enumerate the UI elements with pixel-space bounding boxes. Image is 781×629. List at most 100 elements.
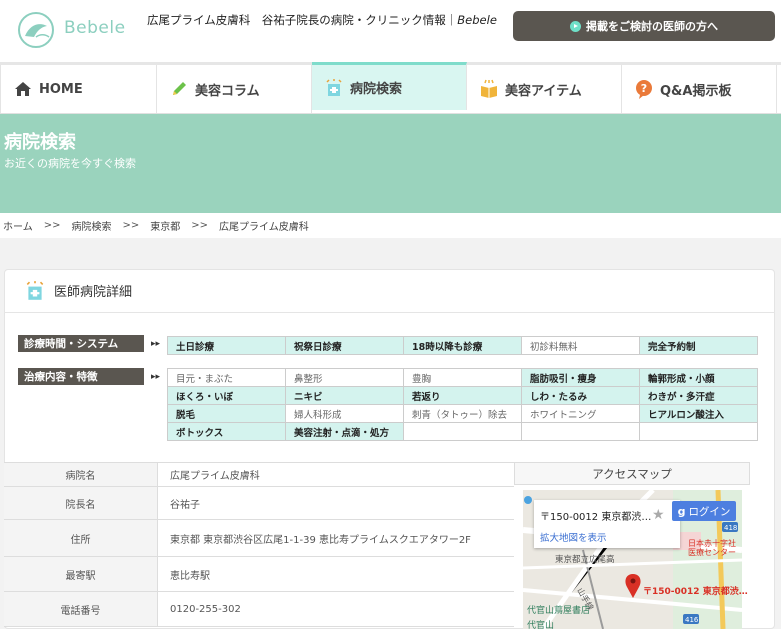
double-arrow-icon: ▸▸ (151, 339, 161, 349)
map-label: 代官山蔦屋書店 (527, 604, 590, 616)
breadcrumb-separator: >> (43, 220, 61, 231)
site-title-brand: Bebele (457, 13, 497, 27)
treatment-tag: 婦人科形成 (286, 405, 404, 423)
nav-item-hospital-search[interactable]: 病院検索 (312, 62, 467, 110)
doctor-listing-button[interactable]: 掲載をご検討の医師の方へ (513, 11, 775, 41)
info-value: 広尾プライム皮膚科 (170, 471, 260, 482)
svg-text:?: ? (641, 82, 647, 95)
breadcrumb-separator: >> (191, 220, 208, 231)
nav-label-beauty-items: 美容アイテム (505, 83, 582, 99)
info-value: 0120-255-302 (170, 603, 241, 615)
play-circle-icon (570, 20, 581, 32)
page-subtitle: お近くの病院を今すぐ検索 (4, 157, 136, 170)
breadcrumb-current: 広尾プライム皮膚科 (219, 222, 309, 233)
treatment-tag: しわ・たるみ (522, 387, 640, 405)
map-label: 日本赤十字社 (688, 538, 736, 548)
doctor-listing-label: 掲載をご検討の医師の方へ (586, 20, 718, 33)
treatment-tag: ほくろ・いぼ (168, 387, 286, 405)
treatment-tag: 若返り (404, 387, 522, 405)
hospital-info-table: 病院名 広尾プライム皮膚科 院長名 谷祐子 住所 東京都 東京都渋谷区広尾1-1… (4, 462, 514, 627)
breadcrumb-tokyo[interactable]: 東京都 (150, 218, 180, 233)
page-title: 病院検索 (4, 132, 76, 153)
double-arrow-icon: ▸▸ (151, 372, 161, 382)
system-tag: 初診料無料 (522, 337, 640, 355)
site-title: 広尾プライム皮膚科 谷祐子院長の病院・クリニック情報｜Bebele (147, 12, 497, 28)
treatment-tag: わきが・多汗症 (640, 387, 758, 405)
logo-bird-icon (18, 12, 54, 48)
treatment-tag: 目元・まぶた (168, 369, 286, 387)
breadcrumb-hospital-search[interactable]: 病院検索 (71, 218, 111, 233)
nav-item-column[interactable]: 美容コラム (157, 65, 312, 113)
treatment-tag: 豊胸 (404, 369, 522, 387)
home-icon (15, 82, 31, 96)
info-key: 病院名 (4, 463, 158, 486)
logo[interactable]: Bebele (16, 8, 131, 52)
page: Bebele 広尾プライム皮膚科 谷祐子院長の病院・クリニック情報｜Bebele… (0, 0, 781, 629)
map-login-button[interactable]: g ログイン (672, 501, 736, 521)
map-pin-label: 〒150-0012 東京都渋… (643, 587, 748, 597)
treatment-tag: ホワイトニング (522, 405, 640, 423)
map-login-label: ログイン (688, 505, 731, 518)
system-tag: 完全予約制 (640, 337, 758, 355)
treatment-tag: 刺青（タトゥー）除去 (404, 405, 522, 423)
google-g-icon: g (677, 504, 686, 518)
section-title: 医師病院詳細 (54, 285, 133, 300)
map-label: 代官山 (527, 619, 554, 629)
table-row: 電話番号 0120-255-302 (4, 592, 514, 627)
nav-item-qa-board[interactable]: ? Q&A掲示板 (622, 65, 777, 113)
treatment-tag: ヒアルロン酸注入 (640, 405, 758, 423)
treatment-tag: 鼻整形 (286, 369, 404, 387)
hero-banner: 病院検索 お近くの病院を今すぐ検索 (0, 114, 781, 213)
access-map-heading: アクセスマップ (514, 462, 750, 485)
treatment-tag: ボトックス (168, 423, 286, 441)
system-label: 診療時間・システム (18, 335, 144, 352)
breadcrumb-separator: >> (122, 220, 140, 231)
hospital-icon (26, 280, 44, 300)
info-key: 院長名 (4, 487, 158, 519)
treatment-tag-empty (640, 423, 758, 441)
table-row: 院長名 谷祐子 (4, 487, 514, 520)
question-icon: ? (636, 80, 652, 99)
info-key: 最寄駅 (4, 557, 158, 591)
treatment-tags: 目元・まぶた 鼻整形 豊胸 脂肪吸引・痩身 輪郭形成・小顔 ほくろ・いぼ ニキビ… (167, 368, 758, 441)
nav-label-home: HOME (39, 81, 83, 97)
table-row: 住所 東京都 東京都渋谷区広尾1-1-39 恵比寿プライムスクエアタワー2F (4, 520, 514, 557)
system-tag: 祝祭日診療 (286, 337, 404, 355)
treatment-tag: 脂肪吸引・痩身 (522, 369, 640, 387)
treatments-label: 治療内容・特徴 (18, 368, 144, 385)
treatment-tag: 脱毛 (168, 405, 286, 423)
treatment-tag: 輪郭形成・小顔 (640, 369, 758, 387)
star-icon[interactable]: ★ (652, 507, 665, 523)
info-value: 東京都 東京都渋谷区広尾1-1-39 恵比寿プライムスクエアタワー2F (170, 534, 471, 546)
nav-label-hospital-search: 病院検索 (350, 82, 403, 97)
site-title-text: 広尾プライム皮膚科 谷祐子院長の病院・クリニック情報｜ (147, 13, 458, 27)
map-label: 医療センター (688, 547, 736, 557)
info-value: 恵比寿駅 (170, 570, 210, 582)
header: Bebele 広尾プライム皮膚科 谷祐子院長の病院・クリニック情報｜Bebele… (0, 0, 781, 62)
table-row: 病院名 広尾プライム皮膚科 (4, 463, 514, 487)
info-key: 電話番号 (4, 592, 158, 626)
hospital-icon (326, 78, 342, 96)
breadcrumb: ホーム >> 病院検索 >> 東京都 >> 広尾プライム皮膚科 (0, 213, 781, 238)
main-nav: HOME 美容コラム 病院検索 美容アイテム ? Q&A掲示板 (0, 62, 781, 114)
map-route-shield: 416 (685, 616, 699, 624)
info-value: 谷祐子 (170, 499, 200, 511)
section-header: 医師病院詳細 (4, 269, 775, 313)
treatment-tag: ニキビ (286, 387, 404, 405)
system-tags: 土日診療 祝祭日診療 18時以降も診療 初診料無料 完全予約制 (167, 336, 758, 355)
system-tag: 18時以降も診療 (404, 337, 522, 355)
nav-item-home[interactable]: HOME (0, 65, 157, 113)
map-route-shield: 418 (724, 524, 737, 532)
system-tag: 土日診療 (168, 337, 286, 355)
book-icon (481, 79, 497, 98)
pencil-icon (173, 82, 186, 95)
breadcrumb-home[interactable]: ホーム (3, 218, 33, 233)
nav-label-qa-board: Q&A掲示板 (660, 83, 732, 99)
treatment-tag-empty (522, 423, 640, 441)
logo-text: Bebele (64, 18, 126, 38)
map-enlarge-link[interactable]: 拡大地図を表示 (540, 530, 674, 544)
nav-item-beauty-items[interactable]: 美容アイテム (467, 65, 622, 113)
info-key: 住所 (4, 520, 158, 556)
treatment-tag: 美容注射・点滴・処方 (286, 423, 404, 441)
table-row: 最寄駅 恵比寿駅 (4, 557, 514, 592)
